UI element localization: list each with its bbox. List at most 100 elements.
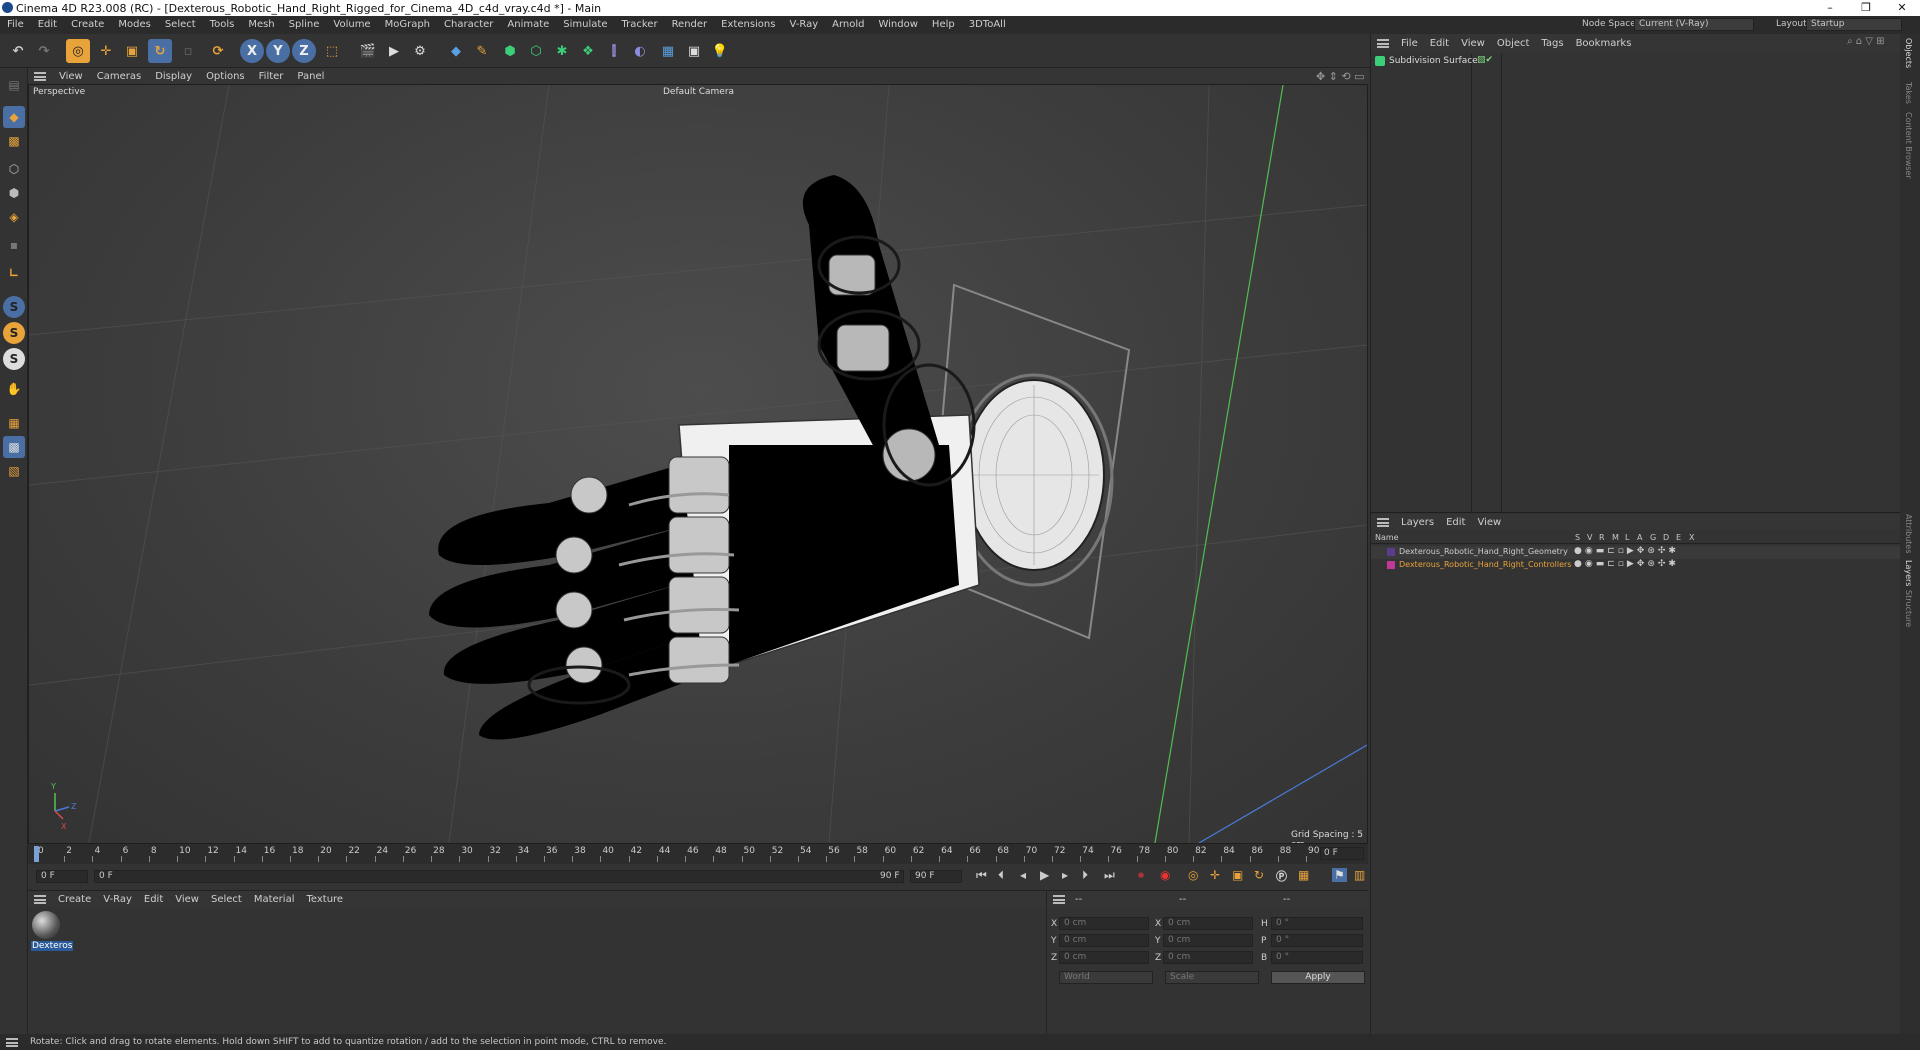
- size-z-field[interactable]: 0 cm: [1163, 951, 1253, 964]
- tweak-icon[interactable]: ✋: [3, 378, 25, 400]
- y-axis-icon[interactable]: Y: [266, 39, 290, 63]
- scale-icon[interactable]: ▣: [120, 39, 144, 63]
- apply-button[interactable]: Apply: [1271, 971, 1365, 984]
- record-keys-icon[interactable]: ⏺: [1138, 868, 1144, 883]
- max-frame-field[interactable]: 90 F: [910, 870, 962, 883]
- undo-icon[interactable]: ↶: [6, 39, 30, 63]
- material-menu-select[interactable]: Select: [205, 894, 248, 905]
- objects-menu-tags[interactable]: Tags: [1535, 38, 1569, 49]
- viewport-menu-cameras[interactable]: Cameras: [90, 71, 148, 82]
- minimize-button[interactable]: –: [1810, 0, 1850, 16]
- layer-row-geometry[interactable]: Dexterous_Robotic_Hand_Right_Geometry ●◉…: [1371, 546, 1901, 559]
- tab-content-browser[interactable]: Content Browser: [1904, 112, 1913, 179]
- subdivision-icon[interactable]: ⬢: [498, 39, 522, 63]
- key-rotation-icon[interactable]: ↻: [1254, 868, 1264, 882]
- cube-icon[interactable]: ◆: [444, 39, 468, 63]
- locked-workplane-icon[interactable]: ▧: [3, 460, 25, 482]
- material-swatch[interactable]: [32, 911, 60, 939]
- cloner-icon[interactable]: ✱: [550, 39, 574, 63]
- extrude-icon[interactable]: ⬡: [524, 39, 548, 63]
- motion-record-icon[interactable]: ⚑: [1332, 868, 1347, 882]
- menu-help[interactable]: Help: [925, 16, 962, 34]
- timeline-end-field[interactable]: 0 F: [1320, 847, 1364, 860]
- axis-mode-icon[interactable]: ∟: [3, 262, 25, 284]
- viewport-nav-icons[interactable]: ✥ ⇕ ⟲ ▭: [1316, 70, 1365, 83]
- menu-volume[interactable]: Volume: [326, 16, 377, 34]
- pen-spline-icon[interactable]: ✎: [470, 39, 494, 63]
- tab-structure[interactable]: Structure: [1904, 590, 1913, 627]
- viewport-menu-options[interactable]: Options: [199, 71, 252, 82]
- material-menu-edit[interactable]: Edit: [138, 894, 169, 905]
- rotation-p-field[interactable]: 0 °: [1271, 934, 1363, 947]
- layer-toggle-icons[interactable]: ●◉▬⊏▫▶✥⊛✣✱: [1574, 559, 1679, 569]
- prev-frame-icon[interactable]: ◂: [1020, 868, 1026, 882]
- menu-arnold[interactable]: Arnold: [825, 16, 871, 34]
- maximize-button[interactable]: ❐: [1846, 0, 1886, 16]
- viewport-menu-panel[interactable]: Panel: [290, 71, 331, 82]
- prev-key-icon[interactable]: ⏴: [998, 868, 1004, 883]
- snap-icon[interactable]: S: [3, 296, 25, 318]
- uv-mode-icon[interactable]: ▪: [3, 234, 25, 256]
- material-menu-vray[interactable]: V-Ray: [97, 894, 138, 905]
- menu-animate[interactable]: Animate: [500, 16, 556, 34]
- rotation-h-field[interactable]: 0 °: [1271, 917, 1363, 930]
- light-icon[interactable]: 💡: [708, 39, 732, 63]
- timeline-window-icon[interactable]: ▥: [1354, 868, 1365, 882]
- mograph-icon[interactable]: ❖: [576, 39, 600, 63]
- key-position-icon[interactable]: ✛: [1210, 868, 1220, 882]
- objects-menu-icon[interactable]: [1377, 38, 1389, 48]
- menu-select[interactable]: Select: [158, 16, 203, 34]
- menu-edit[interactable]: Edit: [31, 16, 64, 34]
- floor-icon[interactable]: ▦: [656, 39, 680, 63]
- menu-tools[interactable]: Tools: [203, 16, 242, 34]
- grid-icon[interactable]: ▩: [3, 436, 25, 458]
- viewport-3d[interactable]: Perspective Default Camera Y Z X Grid Sp…: [28, 84, 1368, 844]
- menu-tracker[interactable]: Tracker: [614, 16, 664, 34]
- key-scale-icon[interactable]: ▣: [1232, 868, 1243, 882]
- tab-takes[interactable]: Takes: [1904, 82, 1913, 104]
- workplane-icon[interactable]: ▦: [3, 412, 25, 434]
- menu-vray[interactable]: V-Ray: [782, 16, 825, 34]
- timeline-ruler[interactable]: 0 2 4 6 8 10 12 14 16 18 20 22 24 26 28 30 32 34 36 38 40 42 4…: [28, 844, 1368, 864]
- rotation-b-field[interactable]: 0 °: [1271, 951, 1363, 964]
- layer-toggle-icons[interactable]: ●◉▬⊏▫▶✥⊛✣✱: [1574, 546, 1679, 556]
- make-editable-icon[interactable]: ▤: [3, 74, 25, 96]
- edges-mode-icon[interactable]: ⬢: [3, 182, 25, 204]
- menu-character[interactable]: Character: [437, 16, 500, 34]
- tab-attributes[interactable]: Attributes: [1904, 514, 1913, 554]
- render-region-icon[interactable]: 🎬: [356, 39, 380, 63]
- layers-menu-view[interactable]: View: [1471, 517, 1507, 528]
- menu-window[interactable]: Window: [871, 16, 924, 34]
- polygons-mode-icon[interactable]: ◈: [3, 206, 25, 228]
- tab-layers[interactable]: Layers: [1904, 560, 1913, 586]
- viewport-menu-view[interactable]: View: [52, 71, 90, 82]
- menu-mograph[interactable]: MoGraph: [378, 16, 437, 34]
- rotate-icon[interactable]: ↻: [148, 39, 172, 63]
- scale-dropdown[interactable]: Scale: [1165, 971, 1259, 984]
- layers-menu-edit[interactable]: Edit: [1440, 517, 1471, 528]
- key-pla-icon[interactable]: ▦: [1298, 868, 1309, 882]
- viewport-menu-icon[interactable]: [34, 71, 46, 81]
- key-selection-icon[interactable]: ◎: [1188, 868, 1198, 882]
- viewport-menu-display[interactable]: Display: [148, 71, 199, 82]
- menu-simulate[interactable]: Simulate: [556, 16, 614, 34]
- soft-selection-icon[interactable]: S: [3, 322, 25, 344]
- menu-render[interactable]: Render: [665, 16, 715, 34]
- texture-mode-icon[interactable]: ▩: [3, 130, 25, 152]
- layer-name[interactable]: Dexterous_Robotic_Hand_Right_Controllers: [1399, 560, 1571, 569]
- menu-file[interactable]: File: [0, 16, 31, 34]
- playhead[interactable]: [34, 846, 39, 862]
- material-name[interactable]: Dexteros: [31, 941, 74, 951]
- menu-extensions[interactable]: Extensions: [714, 16, 782, 34]
- material-menu-material[interactable]: Material: [248, 894, 301, 905]
- layer-row-controllers[interactable]: Dexterous_Robotic_Hand_Right_Controllers…: [1371, 559, 1901, 572]
- world-dropdown[interactable]: World: [1059, 971, 1153, 984]
- size-x-field[interactable]: 0 cm: [1163, 917, 1253, 930]
- recent-tool-icon[interactable]: ⟳: [206, 39, 230, 63]
- x-axis-icon[interactable]: X: [240, 39, 264, 63]
- render-settings-icon[interactable]: ⚙: [408, 39, 432, 63]
- last-frame-icon[interactable]: ⏭: [1104, 868, 1115, 883]
- viewport-menu-filter[interactable]: Filter: [252, 71, 291, 82]
- menu-modes[interactable]: Modes: [111, 16, 157, 34]
- live-selection-icon[interactable]: ◎: [66, 39, 90, 63]
